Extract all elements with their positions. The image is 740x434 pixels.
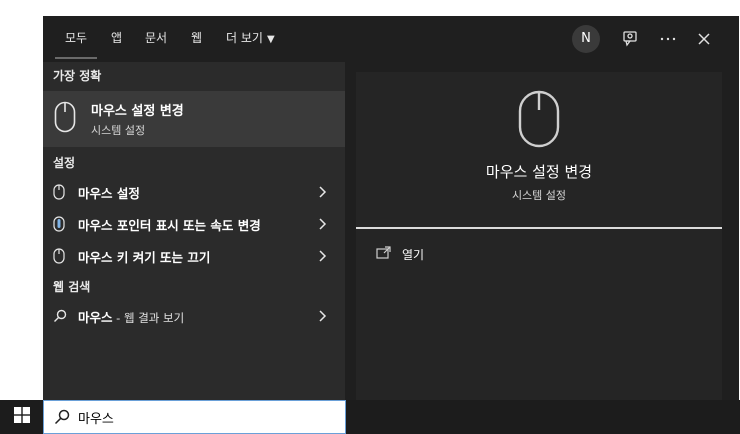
caret-down-icon: ▼ <box>266 34 275 45</box>
settings-item-pointer-speed[interactable]: 마우스 포인터 표시 또는 속도 변경 <box>43 208 345 238</box>
tab-web[interactable]: 웹 <box>191 30 202 46</box>
tab-all[interactable]: 모두 <box>54 30 98 59</box>
mouse-icon <box>53 184 65 204</box>
settings-item-label: 마우스 설정 <box>78 186 140 201</box>
settings-item-mouse-keys[interactable]: 마우스 키 켜기 또는 끄기 <box>43 240 345 270</box>
taskbar: 마우스 <box>0 400 740 434</box>
chevron-right-icon <box>315 308 329 322</box>
chevron-right-icon <box>315 248 329 262</box>
open-action-label: 열기 <box>402 248 425 262</box>
search-input[interactable]: 마우스 <box>43 400 346 434</box>
best-match-title: 마우스 설정 변경 <box>91 104 184 119</box>
preview-pane: 마우스 설정 변경 시스템 설정 열기 <box>356 72 722 400</box>
settings-heading: 설정 <box>53 156 76 170</box>
mouse-icon <box>53 248 65 268</box>
tab-documents[interactable]: 문서 <box>145 30 167 46</box>
preview-subtitle: 시스템 설정 <box>511 189 567 202</box>
chevron-right-icon <box>315 216 329 230</box>
close-icon[interactable] <box>692 27 716 51</box>
best-match-heading: 가장 정확 <box>53 69 102 83</box>
settings-item-label: 마우스 키 켜기 또는 끄기 <box>78 250 211 265</box>
tab-apps[interactable]: 앱 <box>111 30 122 46</box>
windows-logo-icon <box>13 407 30 427</box>
mouse-pointer-icon <box>53 216 65 236</box>
search-icon <box>53 308 67 327</box>
web-search-suffix: - 웹 결과 보기 <box>112 311 185 325</box>
web-search-heading: 웹 검색 <box>53 280 91 294</box>
search-icon <box>54 409 70 429</box>
web-search-query: 마우스 <box>78 310 113 325</box>
settings-item-mouse-settings[interactable]: 마우스 설정 <box>43 176 345 206</box>
open-icon <box>376 245 392 264</box>
settings-item-label: 마우스 포인터 표시 또는 속도 변경 <box>78 218 261 233</box>
preview-title: 마우스 설정 변경 <box>485 163 593 181</box>
results-list: 가장 정확 마우스 설정 변경 시스템 설정 설정 마우스 설정 마우스 포인터… <box>43 62 345 400</box>
mouse-icon <box>54 101 76 137</box>
tab-more[interactable]: 더 보기 ▼ <box>226 30 275 48</box>
search-panel: 모두 앱 문서 웹 더 보기 ▼ N 가장 정확 마우스 설정 변경 시스템 설… <box>43 16 739 400</box>
feedback-icon[interactable] <box>618 27 642 51</box>
chevron-right-icon <box>315 184 329 198</box>
start-button[interactable] <box>0 400 43 434</box>
avatar[interactable]: N <box>572 25 600 53</box>
mouse-icon <box>517 90 561 152</box>
web-search-item[interactable]: 마우스 - 웹 결과 보기 <box>43 300 345 330</box>
best-match-item[interactable]: 마우스 설정 변경 시스템 설정 <box>43 91 345 147</box>
more-options-icon[interactable] <box>656 27 680 51</box>
filter-bar: 모두 앱 문서 웹 더 보기 ▼ N <box>43 16 739 62</box>
search-input-value: 마우스 <box>78 412 114 427</box>
tab-more-label: 더 보기 <box>226 31 263 45</box>
preview-divider <box>356 227 722 229</box>
web-search-label: 마우스 - 웹 결과 보기 <box>78 307 184 326</box>
best-match-subtitle: 시스템 설정 <box>91 124 146 137</box>
